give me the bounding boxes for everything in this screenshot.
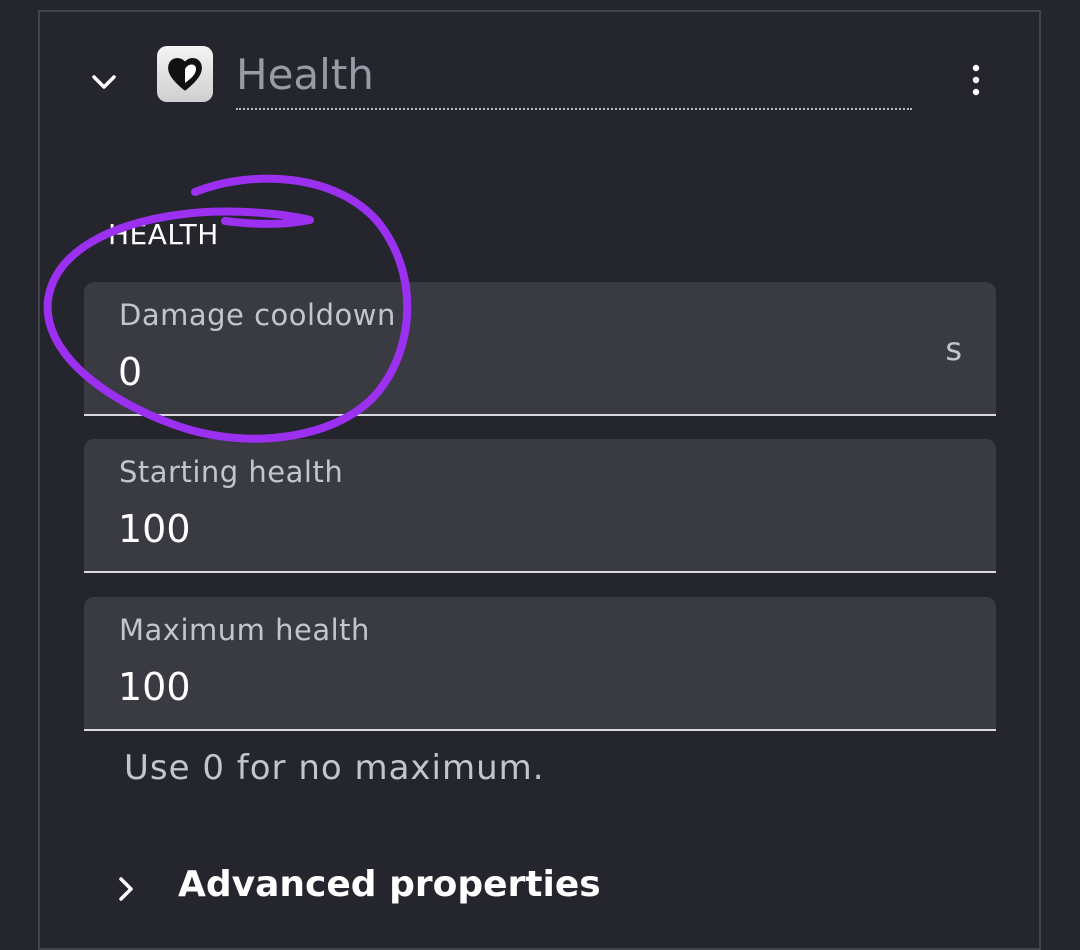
damage-cooldown-field[interactable]: Damage cooldown 0 s <box>84 282 996 416</box>
maximum-health-field[interactable]: Maximum health 100 <box>84 597 996 731</box>
field-unit: s <box>945 330 962 368</box>
behavior-name-input[interactable]: Health <box>236 46 912 110</box>
field-value[interactable]: 100 <box>118 507 191 551</box>
max-health-helper-text: Use 0 for no maximum. <box>124 748 545 788</box>
chevron-right-icon <box>110 872 144 906</box>
field-value[interactable]: 0 <box>118 350 142 394</box>
field-label: Damage cooldown <box>119 298 396 332</box>
advanced-properties-toggle[interactable]: Advanced properties <box>110 862 630 918</box>
more-options-icon[interactable] <box>960 62 992 98</box>
starting-health-field[interactable]: Starting health 100 <box>84 439 996 573</box>
section-heading: HEALTH <box>108 218 219 251</box>
heart-icon <box>157 46 213 102</box>
field-label: Starting health <box>119 455 344 489</box>
field-label: Maximum health <box>119 613 370 647</box>
collapse-chevron-icon[interactable] <box>90 68 118 96</box>
field-value[interactable]: 100 <box>118 665 191 709</box>
advanced-properties-label: Advanced properties <box>178 864 601 905</box>
